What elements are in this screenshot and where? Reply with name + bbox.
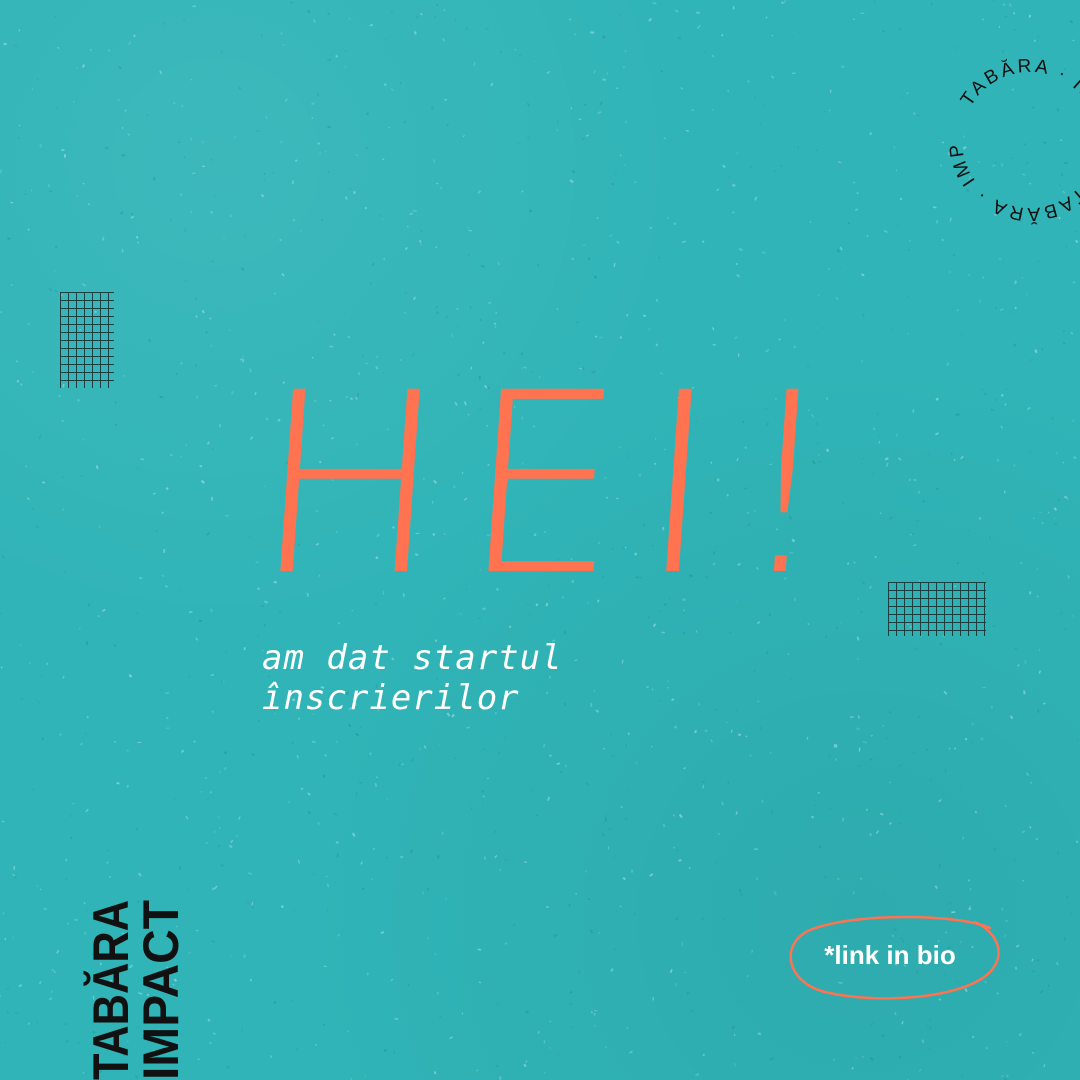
headline: HEI! [245, 339, 867, 630]
link-in-bio[interactable]: *link in bio [785, 910, 1005, 1010]
grid-pattern-left [60, 292, 114, 388]
logo-line-tabara: TABĂRA [83, 900, 139, 1080]
subheadline: am dat startul înscrierilor [262, 638, 563, 718]
circular-badge: TABĂRA · IMPACT · TABĂRA · IMPACT · [930, 40, 1080, 224]
svg-text:TABĂRA · IMPACT · TABĂRA · IMP: TABĂRA · IMPACT · TABĂRA · IMPACT · [930, 40, 1080, 224]
post-canvas: HEI! am dat startul înscrierilor TABĂRA … [0, 0, 1080, 1080]
tabara-impact-logo: TABĂRA IMPACT [83, 900, 189, 1080]
link-label[interactable]: *link in bio [785, 940, 995, 971]
badge-circular-text: TABĂRA · IMPACT · TABĂRA · IMPACT · [930, 40, 1080, 224]
logo-line-impact: IMPACT [133, 900, 189, 1080]
grid-pattern-right [888, 582, 986, 636]
